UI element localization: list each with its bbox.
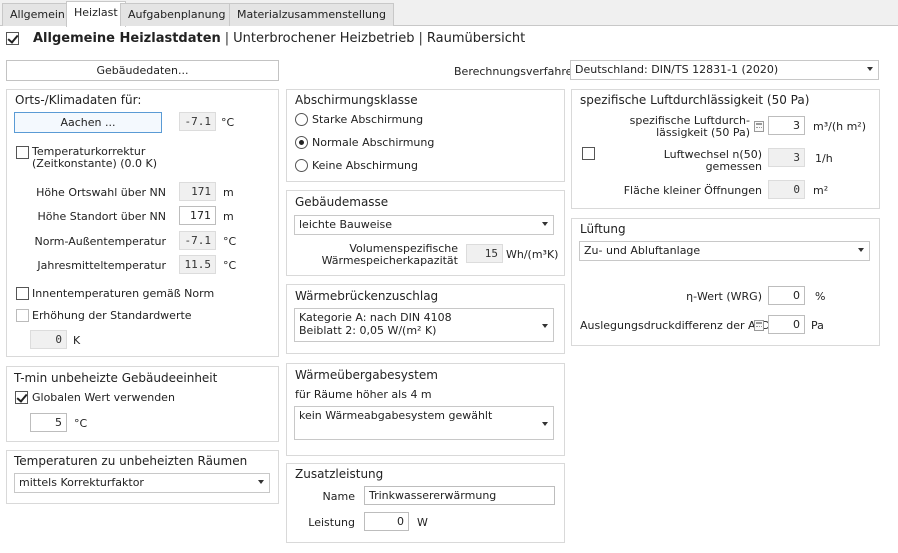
ventilation-select[interactable]: Zu- und Abluftanlage	[579, 241, 870, 261]
inner-temp-norm-label: Innentemperaturen gemäß Norm	[32, 287, 215, 300]
city-temp-unit: °C	[221, 116, 235, 129]
air-permeability-title: spezifische Luftdurchlässigkeit (50 Pa)	[580, 93, 810, 107]
extra-power-unit: W	[417, 516, 428, 529]
raise-standard-value: 0	[30, 330, 67, 349]
chevron-down-icon	[542, 222, 548, 226]
tab-bar: Allgemein Heizlast Aufgabenplanung Mater…	[0, 0, 898, 27]
inner-temp-norm-checkbox[interactable]	[16, 287, 29, 300]
ald-label: Auslegungsdruckdifferenz der ALD	[580, 319, 771, 332]
altitude-site-input[interactable]: 171	[179, 206, 216, 225]
raise-standard-checkbox[interactable]	[16, 309, 29, 322]
page-header: Allgemeine Heizlastdaten | Unterbrochener …	[33, 31, 526, 46]
chevron-down-icon	[542, 324, 548, 328]
chevron-down-icon	[858, 248, 864, 252]
design-outdoor-temp-label: Norm-Außentemperatur	[34, 235, 166, 248]
tmin-title: T-min unbeheizte Gebäudeeinheit	[14, 371, 218, 385]
link-unterbrochener-heizbetrieb[interactable]: Unterbrochener Heizbetrieb	[233, 31, 414, 46]
ventilation-title: Lüftung	[580, 222, 626, 236]
raise-standard-label: Erhöhung der Standardwerte	[32, 309, 192, 322]
building-mass-title: Gebäudemasse	[295, 195, 389, 209]
heat-capacity-label-2: Wärmespeicherkapazität	[321, 254, 458, 267]
global-value-checkbox[interactable]	[15, 391, 28, 404]
shielding-strong-radio[interactable]	[295, 113, 308, 126]
n50-unit: 1/h	[815, 152, 833, 165]
eta-label: η-Wert (WRG)	[686, 290, 762, 303]
altitude-site-label: Höhe Standort über NN	[37, 210, 167, 223]
n50-label-2: gemessen	[705, 160, 762, 173]
tab-aufgabenplanung[interactable]: Aufgabenplanung	[120, 3, 234, 26]
shielding-none-radio[interactable]	[295, 159, 308, 172]
altitude-selection-label: Höhe Ortswahl über NN	[36, 186, 166, 199]
link-raumuebersicht[interactable]: Raumübersicht	[427, 31, 525, 46]
spec-permeability-label-2: lässigkeit (50 Pa)	[656, 126, 750, 139]
heat-transfer-title: Wärmeübergabesystem	[295, 368, 438, 382]
eta-input[interactable]: 0	[768, 286, 805, 305]
thermal-bridge-select[interactable]: Kategorie A: nach DIN 4108 Beiblatt 2: 0,…	[294, 308, 554, 342]
small-openings-label: Fläche kleiner Öffnungen	[623, 184, 762, 197]
shielding-none-label: Keine Abschirmung	[312, 159, 419, 172]
design-outdoor-temp-value: -7.1	[179, 231, 216, 250]
shielding-normal-radio[interactable]	[295, 136, 308, 149]
heat-transfer-select[interactable]: kein Wärmeabgabesystem gewählt	[294, 406, 554, 440]
unheated-rooms-select[interactable]: mittels Korrekturfaktor	[14, 473, 270, 493]
city-temp-value: -7.1	[179, 112, 216, 131]
raise-standard-unit: K	[73, 334, 81, 347]
temp-correction-checkbox[interactable]	[16, 146, 29, 159]
annual-mean-temp-unit: °C	[223, 259, 237, 272]
altitude-site-unit: m	[223, 210, 234, 223]
global-value-label: Globalen Wert verwenden	[32, 391, 175, 404]
building-mass-select[interactable]: leichte Bauweise	[294, 215, 554, 235]
extra-name-label: Name	[322, 490, 355, 503]
spec-permeability-unit: m³/(h m²)	[813, 120, 867, 133]
calculator-icon[interactable]	[754, 320, 764, 331]
shielding-title: Abschirmungsklasse	[295, 93, 418, 107]
general-data-checkbox[interactable]	[6, 32, 19, 45]
chevron-down-icon	[867, 67, 873, 71]
annual-mean-temp-value: 11.5	[179, 255, 216, 274]
eta-unit: %	[815, 290, 826, 303]
ald-unit: Pa	[811, 319, 824, 332]
design-outdoor-temp-unit: °C	[223, 235, 237, 248]
ald-input[interactable]: 0	[768, 315, 805, 334]
shielding-normal-label: Normale Abschirmung	[312, 136, 435, 149]
altitude-selection-unit: m	[223, 186, 234, 199]
extra-power-label: Leistung	[308, 516, 355, 529]
tmin-unit: °C	[74, 417, 88, 430]
page-title: Allgemeine Heizlastdaten	[33, 31, 221, 46]
extra-name-input[interactable]: Trinkwassererwärmung	[364, 486, 555, 505]
city-button[interactable]: Aachen ...	[14, 112, 162, 133]
heat-transfer-sub: für Räume höher als 4 m	[295, 388, 432, 401]
shielding-strong-label: Starke Abschirmung	[312, 113, 424, 126]
tmin-input[interactable]: 5	[30, 413, 67, 432]
calculator-icon[interactable]	[754, 121, 764, 132]
small-openings-value: 0	[768, 180, 805, 199]
spec-permeability-input[interactable]: 3	[768, 116, 805, 135]
small-openings-unit: m²	[813, 184, 829, 197]
calc-method-select[interactable]: Deutschland: DIN/TS 12831-1 (2020)	[570, 60, 879, 80]
building-data-button[interactable]: Gebäudedaten...	[6, 60, 279, 81]
altitude-selection-value: 171	[179, 182, 216, 201]
calc-method-label: Berechnungsverfahren	[454, 65, 580, 78]
n50-value: 3	[768, 148, 805, 167]
extra-power-title: Zusatzleistung	[295, 467, 384, 481]
thermal-bridge-title: Wärmebrückenzuschlag	[295, 289, 439, 303]
annual-mean-temp-label: Jahresmitteltemperatur	[37, 259, 166, 272]
chevron-down-icon	[258, 480, 264, 484]
tab-heizlast[interactable]: Heizlast	[66, 1, 126, 27]
location-title: Orts-/Klimadaten für:	[15, 93, 142, 107]
tab-allgemein[interactable]: Allgemein	[2, 3, 73, 26]
n50-measured-checkbox[interactable]	[582, 147, 595, 160]
extra-power-input[interactable]: 0	[364, 512, 409, 531]
heat-capacity-value: 15	[466, 244, 503, 263]
chevron-down-icon	[542, 422, 548, 426]
heat-capacity-unit: Wh/(m³K)	[506, 248, 559, 261]
temp-correction-label-2: (Zeitkonstante) (0.0 K)	[32, 157, 158, 170]
tab-materialzusammenstellung[interactable]: Materialzusammenstellung	[229, 3, 394, 26]
unheated-rooms-title: Temperaturen zu unbeheizten Räumen	[14, 454, 248, 468]
